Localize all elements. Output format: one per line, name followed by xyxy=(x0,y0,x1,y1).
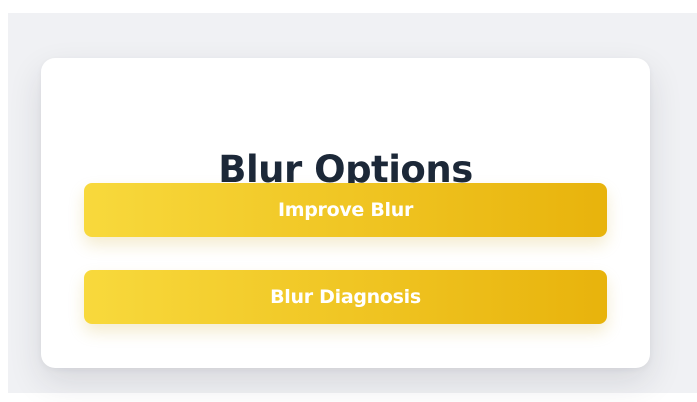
blur-diagnosis-button[interactable]: Blur Diagnosis xyxy=(84,270,607,324)
blur-options-card: Blur Options Improve Blur Blur Diagnosis xyxy=(41,58,650,368)
improve-blur-button[interactable]: Improve Blur xyxy=(84,183,607,237)
page-background: Blur Options Improve Blur Blur Diagnosis xyxy=(8,13,697,393)
